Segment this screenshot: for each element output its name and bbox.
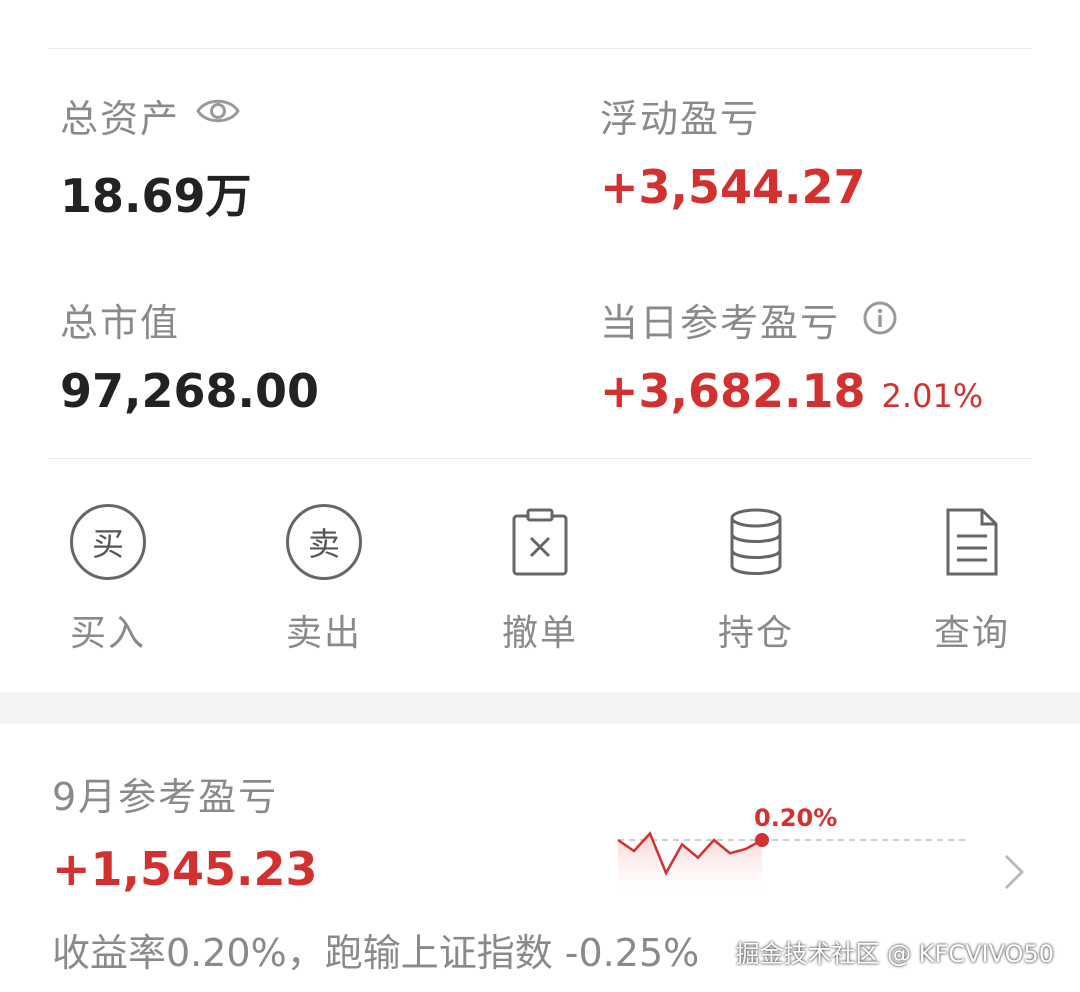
holdings-button[interactable]: 持仓 <box>656 500 856 656</box>
sell-label: 卖出 <box>285 613 362 654</box>
daily-pl-value-row: +3,682.18 2.01% <box>600 364 983 418</box>
cancel-order-label: 撤单 <box>501 613 578 654</box>
monthly-summary: 收益率0.20%，跑输上证指数 -0.25% <box>52 931 700 975</box>
sell-icon: 卖 <box>286 504 362 580</box>
buy-icon: 买 <box>70 504 146 580</box>
database-icon <box>730 508 782 575</box>
daily-pl-value: +3,682.18 <box>600 364 866 418</box>
monthly-pl-label: 9月参考盈亏 <box>52 775 279 819</box>
document-icon <box>946 508 998 576</box>
monthly-sparkline: 0.20% <box>617 804 968 900</box>
daily-pl-label: 当日参考盈亏 <box>600 301 841 345</box>
total-assets-label-text: 总资产 <box>60 97 181 141</box>
holdings-label: 持仓 <box>717 613 794 654</box>
info-icon[interactable] <box>862 300 898 336</box>
sparkline-label: 0.20% <box>754 804 837 832</box>
section-separator <box>0 692 1080 724</box>
query-label: 查询 <box>933 613 1010 654</box>
eye-icon[interactable] <box>196 96 240 126</box>
clipboard-x-icon <box>512 508 568 576</box>
daily-pl-percent: 2.01% <box>881 377 984 415</box>
sell-button[interactable]: 卖 卖出 <box>224 500 424 656</box>
top-divider <box>48 48 1032 49</box>
total-assets-value: 18.69万 <box>60 169 252 223</box>
buy-label: 买入 <box>69 613 146 654</box>
floating-pl-value: +3,544.27 <box>600 160 866 214</box>
stats-divider <box>48 458 1032 459</box>
chevron-right-icon[interactable] <box>1000 852 1028 892</box>
monthly-pl-value: +1,545.23 <box>52 842 318 896</box>
buy-button[interactable]: 买 买入 <box>8 500 208 656</box>
market-value-label: 总市值 <box>60 301 181 345</box>
query-button[interactable]: 查询 <box>872 500 1072 656</box>
sparkline-end-point <box>755 833 769 847</box>
cancel-order-button[interactable]: 撤单 <box>440 500 640 656</box>
watermark: 掘金技术社区 @ KFCVIVO50 <box>735 940 1054 968</box>
total-assets-label: 总资产 <box>60 88 180 143</box>
market-value-value: 97,268.00 <box>60 364 319 418</box>
floating-pl-label: 浮动盈亏 <box>600 97 761 141</box>
